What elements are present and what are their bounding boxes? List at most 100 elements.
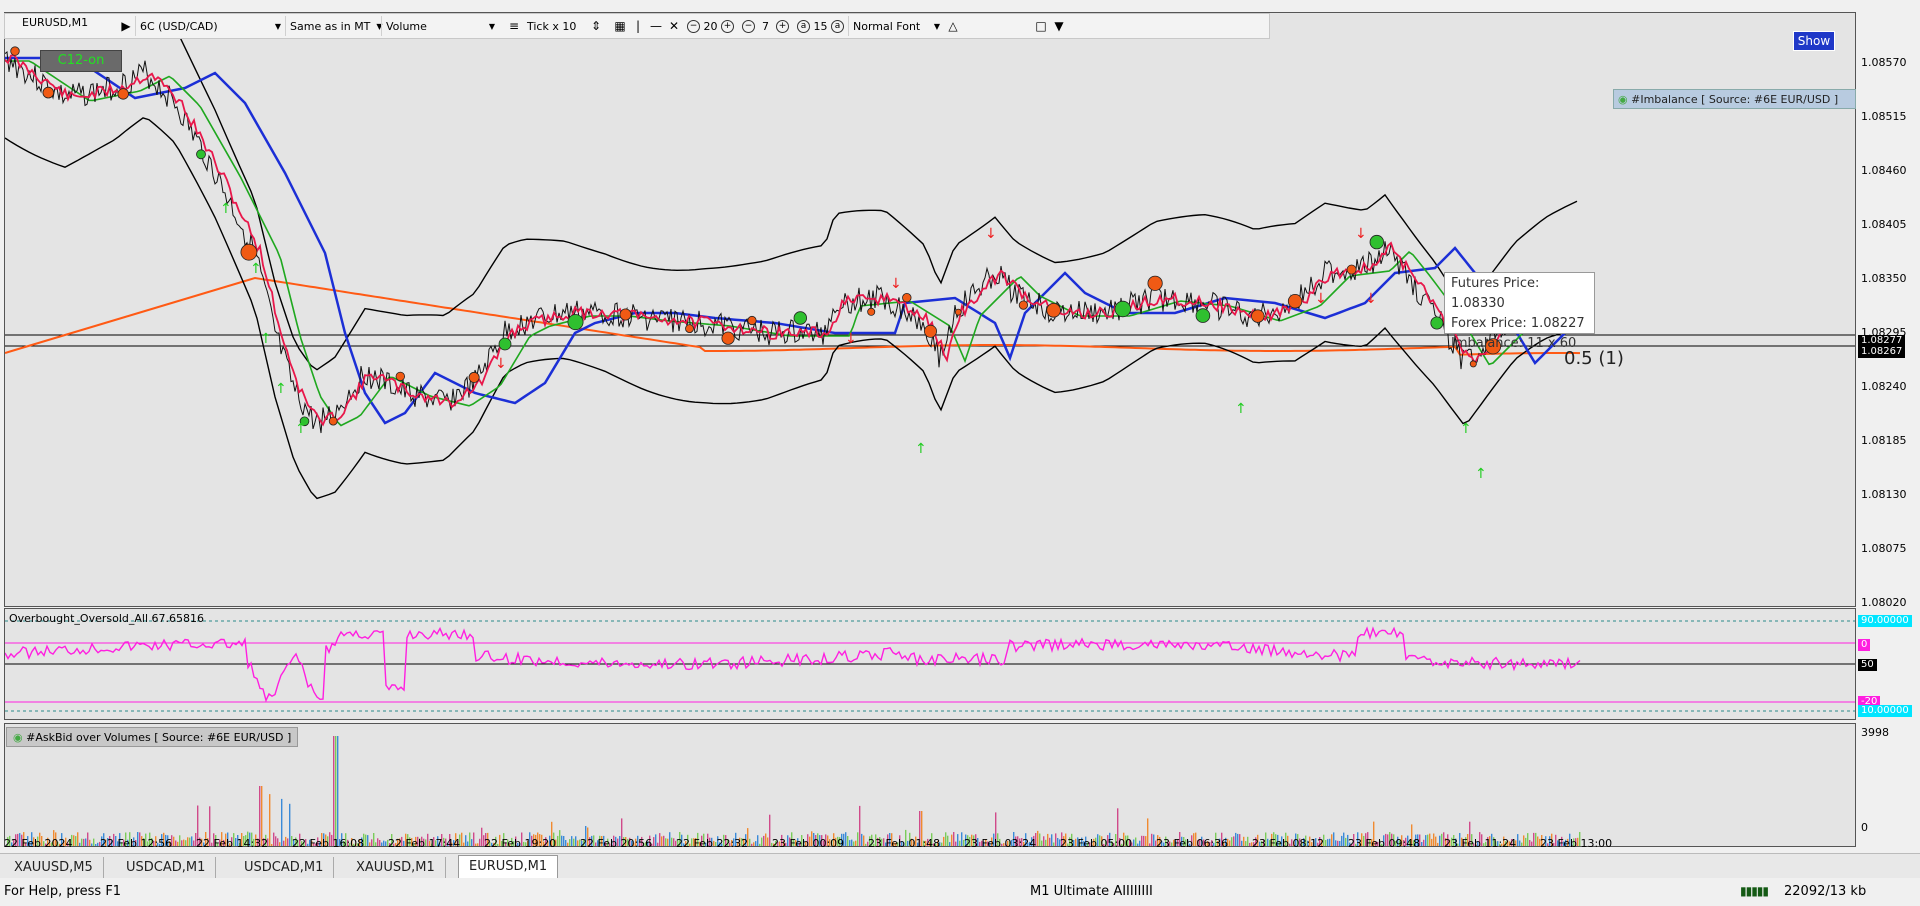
volume-bar <box>957 834 959 846</box>
imbalance-dot <box>468 371 480 383</box>
volume-bar <box>669 832 671 846</box>
volume-bar <box>953 832 955 846</box>
decrease-7-control[interactable]: − 7 + <box>738 16 793 36</box>
volume-bar <box>95 844 97 846</box>
time-mode-select[interactable]: Same as in MT ▼ <box>285 16 383 36</box>
divider-icon: | <box>635 19 641 33</box>
tick-settings-icon[interactable]: ≡ <box>505 16 523 36</box>
oscillator-panel[interactable] <box>4 608 1856 720</box>
volume-bar <box>1423 839 1425 846</box>
volume-bar <box>1053 842 1055 846</box>
volume-bar <box>289 803 291 846</box>
window-icon[interactable]: □ <box>1032 16 1050 36</box>
c12-toggle-button[interactable]: C12-on <box>40 50 122 72</box>
warning-icon[interactable]: △ <box>944 16 962 36</box>
volume-bar <box>73 835 75 846</box>
chart-tab[interactable]: XAUUSD,M5 <box>4 857 104 878</box>
volume-max-label: 3998 <box>1861 726 1889 739</box>
volume-bar <box>665 838 667 846</box>
volume-bar <box>371 839 373 846</box>
volume-bar <box>1249 842 1251 846</box>
price-tick-label: 1.08515 <box>1861 110 1907 123</box>
close-icon[interactable]: ✕ <box>665 16 683 36</box>
show-button[interactable]: Show <box>1793 31 1835 51</box>
volume-bar <box>1435 836 1437 846</box>
volume-bar <box>465 835 467 846</box>
volume-bar <box>375 842 377 846</box>
volume-bar <box>467 841 469 846</box>
volume-bar <box>273 832 275 846</box>
volume-bar <box>473 832 475 846</box>
time-tick-label: 23 Feb 05:00 <box>1060 837 1133 850</box>
volume-bar <box>943 836 945 846</box>
volume-bar <box>1525 837 1527 846</box>
metric-select[interactable]: Volume ▼ <box>381 16 499 36</box>
volume-bar <box>1237 833 1239 846</box>
split-icon[interactable]: ⇕ <box>587 16 605 36</box>
chart-tab[interactable]: USDCAD,M1 <box>234 857 335 878</box>
decrease-20-control[interactable]: − 20 + <box>683 16 738 36</box>
volume-bar <box>285 836 287 846</box>
volume-bar <box>851 839 853 846</box>
imbalance-indicator-label[interactable]: ◉ #Imbalance [ Source: #6E EUR/USD ] <box>1613 89 1856 109</box>
volume-bar <box>1045 839 1047 846</box>
imbalance-dot <box>1369 234 1385 250</box>
volume-bar <box>1421 842 1423 846</box>
volume-bar <box>951 834 953 846</box>
line-tool-icon[interactable]: — <box>647 16 665 36</box>
chart-tab[interactable]: EURUSD,M1 <box>458 855 559 879</box>
instrument-select[interactable]: 6C (USD/CAD) ▼ <box>135 16 285 36</box>
sell-arrow-icon: ↓ <box>1315 291 1327 307</box>
plus-icon[interactable]: + <box>721 19 734 33</box>
minus-icon[interactable]: − <box>742 19 755 33</box>
volume-bar <box>573 838 575 846</box>
time-tick-label: 22 Feb 2024 <box>4 837 73 850</box>
indicator-toolbar: ▶ 6C (USD/CAD) ▼ Same as in MT ▼ Volume ▼ ≡… <box>4 13 1270 39</box>
time-tick-label: 22 Feb 22:32 <box>676 837 749 850</box>
volume-bar <box>751 843 753 846</box>
imbalance-dot <box>619 308 632 321</box>
volume-bar <box>1325 840 1327 846</box>
volume-bar <box>1339 841 1341 846</box>
volume-bar <box>1247 836 1249 846</box>
volume-bar <box>1433 833 1435 846</box>
status-profile: M1 Ultimate AIIIIIIII <box>1030 884 1153 899</box>
volume-bar <box>857 832 859 846</box>
volume-bar <box>1439 835 1441 846</box>
chart-tab[interactable]: USDCAD,M1 <box>116 857 217 878</box>
volume-bar <box>947 835 949 846</box>
font-select[interactable]: Normal Font ▼ <box>848 16 944 36</box>
volume-bar <box>1147 818 1149 846</box>
volume-bar <box>941 842 943 846</box>
imbalance-dot <box>867 307 876 316</box>
volume-bar <box>1239 834 1241 846</box>
chart-tab[interactable]: XAUUSD,M1 <box>346 857 446 878</box>
alpha-icon[interactable]: a <box>831 19 844 33</box>
time-tick-label: 23 Feb 00:09 <box>772 837 845 850</box>
bar-chart-icon[interactable]: ▦ <box>611 16 629 36</box>
buy-arrow-icon: ↑ <box>250 261 262 277</box>
price-line <box>5 51 1580 434</box>
play-icon[interactable]: ▶ <box>117 16 135 36</box>
volume-bar <box>1039 833 1041 846</box>
volume-bar <box>673 838 675 846</box>
volume-bar <box>1043 836 1045 846</box>
osc-lower-level: 10.00000 <box>1858 705 1912 717</box>
ema-fast-line <box>5 54 1581 427</box>
volume-bar <box>369 842 371 846</box>
volume-bar <box>1437 842 1439 846</box>
volume-bar <box>757 835 759 846</box>
plus-icon[interactable]: + <box>776 19 789 33</box>
volume-bar <box>845 832 847 846</box>
ma-long-line <box>5 276 1581 356</box>
decrease-15-control[interactable]: a 15 a <box>793 16 848 36</box>
volume-indicator-label[interactable]: ◉ #AskBid over Volumes [ Source: #6E EUR… <box>6 727 299 747</box>
minus-icon[interactable]: − <box>687 19 700 33</box>
alpha-icon[interactable]: a <box>797 19 810 33</box>
chevron-down-icon[interactable]: ▼ <box>1050 16 1068 36</box>
osc-fifty-level: 50 <box>1858 659 1877 671</box>
volume-bar <box>367 835 369 846</box>
chevron-down-icon: ▼ <box>933 21 940 31</box>
volume-bar <box>657 842 659 846</box>
volume-bar <box>379 840 381 846</box>
